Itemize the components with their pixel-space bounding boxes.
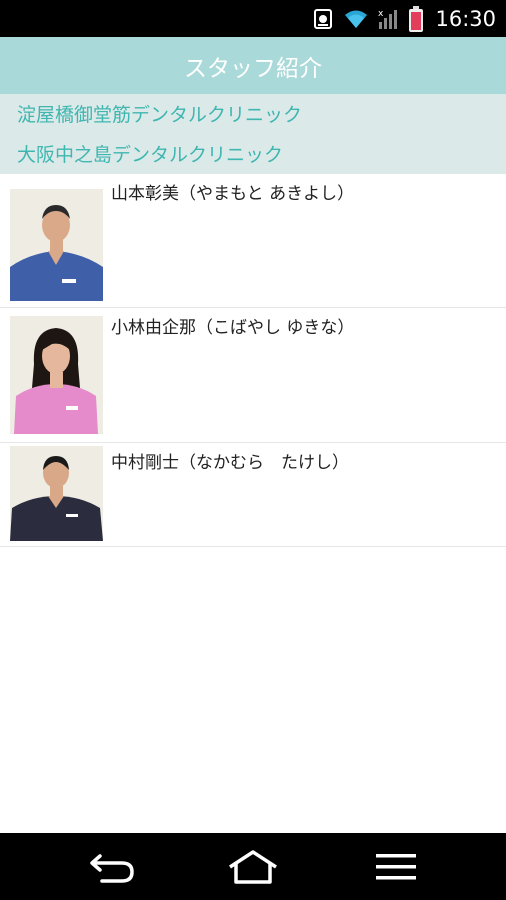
navigation-bar: [0, 833, 506, 900]
title-bar: スタッフ紹介: [0, 37, 506, 94]
back-icon: [90, 853, 134, 883]
wifi-icon: [345, 10, 368, 28]
staff-photo: [10, 446, 103, 541]
staff-photo: [10, 189, 103, 301]
page-title: スタッフ紹介: [184, 55, 322, 82]
staff-row[interactable]: 中村剛士（なかむら たけし）: [0, 443, 506, 547]
staff-name: 中村剛士（なかむら たけし）: [111, 453, 349, 473]
staff-name: 小林由企那（こばやし ゆきな）: [111, 318, 355, 338]
staff-row[interactable]: 小林由企那（こばやし ゆきな）: [0, 308, 506, 443]
staff-photo: [10, 316, 103, 434]
menu-button[interactable]: [336, 833, 456, 900]
signal-icon: x: [378, 9, 398, 29]
battery-icon: [409, 5, 424, 32]
clinic-list: 淀屋橋御堂筋デンタルクリニック 大阪中之島デンタルクリニック: [0, 94, 506, 174]
status-icons: x 16:30: [311, 0, 496, 37]
notification-icon: [314, 8, 333, 29]
clinic-link-yodoyabashi[interactable]: 淀屋橋御堂筋デンタルクリニック: [17, 100, 302, 127]
menu-icon: [376, 853, 416, 879]
staff-name: 山本彰美（やまもと あきよし）: [111, 184, 355, 204]
staff-row[interactable]: 山本彰美（やまもと あきよし）: [0, 174, 506, 308]
svg-text:x: x: [378, 9, 384, 19]
clock-time: 16:30: [435, 6, 496, 31]
home-icon: [229, 849, 277, 884]
home-button[interactable]: [193, 833, 313, 900]
back-button[interactable]: [52, 833, 172, 900]
clinic-link-nakanoshima[interactable]: 大阪中之島デンタルクリニック: [17, 140, 283, 167]
status-bar: x 16:30: [0, 0, 506, 37]
